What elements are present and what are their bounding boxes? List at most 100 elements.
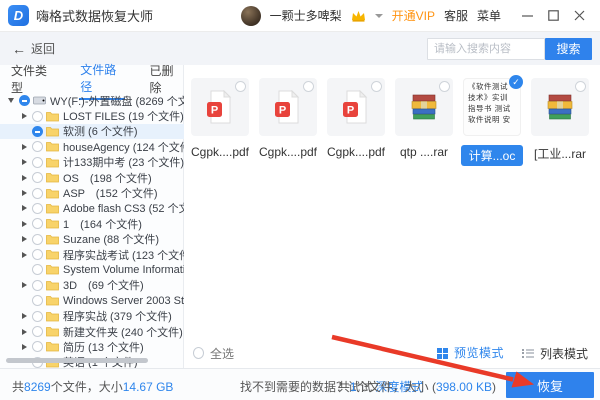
folder-icon	[46, 203, 60, 214]
expand-closed-icon[interactable]	[19, 175, 29, 181]
file-unchecked-checkbox[interactable]	[575, 81, 586, 92]
sidebar-tabs: 文件类型文件路径已删除	[0, 67, 183, 91]
file-tile-rar[interactable]	[395, 78, 453, 136]
unchecked-checkbox[interactable]	[32, 141, 43, 152]
unchecked-checkbox[interactable]	[32, 280, 43, 291]
file-name[interactable]: Cgpk....pdf	[185, 145, 255, 159]
tree-item[interactable]: 程序实战考试 (123 个文件)	[0, 247, 184, 262]
tree-item[interactable]: 新建文件夹 (240 个文件)	[0, 324, 184, 339]
unchecked-checkbox[interactable]	[32, 249, 43, 260]
file-tile-rar[interactable]	[531, 78, 589, 136]
tree-item[interactable]: 计133期中考 (23 个文件)	[0, 155, 184, 170]
file-name[interactable]: Cgpk....pdf	[321, 145, 391, 159]
app-title: 嗨格式数据恢复大师	[36, 6, 153, 25]
tree-item[interactable]: Windows Server 2003 Sta	[0, 293, 184, 308]
expand-closed-icon[interactable]	[19, 236, 29, 242]
expand-closed-icon[interactable]	[19, 205, 29, 211]
tree-item[interactable]: houseAgency (124 个文件)	[0, 139, 184, 154]
file-tile-pdf[interactable]: P	[191, 78, 249, 136]
expand-closed-icon[interactable]	[19, 252, 29, 258]
tree-item[interactable]: LOST FILES (19 个文件)	[0, 108, 184, 123]
folder-icon	[46, 264, 60, 275]
title-bar: D 嗨格式数据恢复大师 一颗士多啤梨 开通VIP 客服 菜单	[0, 0, 600, 32]
unchecked-checkbox[interactable]	[32, 341, 43, 352]
unchecked-checkbox[interactable]	[32, 172, 43, 183]
list-mode-button[interactable]: 列表模式	[522, 345, 588, 362]
select-all-checkbox[interactable]: 全选	[193, 345, 234, 362]
crown-icon	[351, 10, 366, 22]
tree-item-label: System Volume Informati	[63, 264, 184, 276]
file-name[interactable]: qtp ....rar	[389, 145, 459, 159]
tree-item[interactable]: ASP (152 个文件)	[0, 185, 184, 200]
unchecked-checkbox[interactable]	[32, 157, 43, 168]
horizontal-scrollbar[interactable]	[6, 358, 148, 363]
folder-icon	[46, 249, 60, 260]
customer-service-button[interactable]: 客服	[444, 7, 468, 24]
expand-closed-icon[interactable]	[19, 159, 29, 165]
folder-icon	[46, 326, 60, 337]
file-tile-doc[interactable]: 《软件测试技术》实训指导书 测试软件说明 安✓	[463, 78, 521, 136]
tree-item[interactable]: System Volume Informati	[0, 262, 184, 277]
unchecked-checkbox[interactable]	[32, 264, 43, 275]
back-button[interactable]: ← 返回	[12, 40, 55, 57]
partial-checked-checkbox[interactable]	[19, 95, 30, 106]
close-button[interactable]	[568, 5, 590, 27]
file-unchecked-checkbox[interactable]	[235, 81, 246, 92]
open-vip-button[interactable]: 开通VIP	[392, 7, 435, 24]
expand-closed-icon[interactable]	[19, 329, 29, 335]
unchecked-checkbox[interactable]	[32, 234, 43, 245]
tree-item-label: 1 (164 个文件)	[63, 216, 142, 231]
file-name[interactable]: Cgpk....pdf	[253, 145, 323, 159]
maximize-button[interactable]	[542, 5, 564, 27]
file-checked-checkbox[interactable]: ✓	[509, 75, 523, 89]
search-input[interactable]	[427, 38, 545, 60]
tree-item[interactable]: 3D (69 个文件)	[0, 278, 184, 293]
tree-item[interactable]: 程序实战 (379 个文件)	[0, 308, 184, 323]
tree-item-label: 软测 (6 个文件)	[63, 124, 138, 139]
unchecked-checkbox[interactable]	[32, 311, 43, 322]
selection-summary: 共1个文件，大小 (398.00 KB)	[338, 378, 496, 395]
file-tile-pdf[interactable]: P	[259, 78, 317, 136]
recover-button[interactable]: 恢复	[506, 372, 594, 398]
partial-checked-checkbox[interactable]	[32, 126, 43, 137]
unchecked-checkbox[interactable]	[32, 218, 43, 229]
file-unchecked-checkbox[interactable]	[371, 81, 382, 92]
expand-closed-icon[interactable]	[19, 313, 29, 319]
file-name[interactable]: [工业...rar	[525, 145, 595, 162]
expand-closed-icon[interactable]	[19, 344, 29, 350]
expand-closed-icon[interactable]	[19, 190, 29, 196]
preview-mode-button[interactable]: 预览模式	[437, 345, 504, 362]
user-avatar[interactable]	[241, 6, 261, 26]
expand-closed-icon[interactable]	[19, 144, 29, 150]
unchecked-checkbox[interactable]	[32, 295, 43, 306]
unchecked-checkbox[interactable]	[32, 188, 43, 199]
expand-open-icon[interactable]	[6, 98, 16, 103]
file-tile-pdf[interactable]: P	[327, 78, 385, 136]
folder-icon	[46, 157, 60, 168]
unchecked-checkbox[interactable]	[32, 203, 43, 214]
folder-icon	[46, 341, 60, 352]
tree-item[interactable]: 简历 (13 个文件)	[0, 339, 184, 354]
tree-item[interactable]: WY(F:)-外置磁盘 (8269 个文件)	[0, 93, 184, 108]
username[interactable]: 一颗士多啤梨	[270, 7, 342, 24]
unchecked-checkbox[interactable]	[32, 326, 43, 337]
file-unchecked-checkbox[interactable]	[439, 81, 450, 92]
tree-item[interactable]: 软测 (6 个文件)	[0, 124, 184, 139]
folder-icon	[46, 141, 60, 152]
expand-closed-icon[interactable]	[19, 282, 29, 288]
tree-item-label: 简历 (13 个文件)	[63, 339, 144, 354]
tree-item[interactable]: OS (198 个文件)	[0, 170, 184, 185]
tree-item[interactable]: 1 (164 个文件)	[0, 216, 184, 231]
minimize-button[interactable]	[516, 5, 538, 27]
menu-button[interactable]: 菜单	[477, 7, 501, 24]
expand-closed-icon[interactable]	[19, 113, 29, 119]
file-name[interactable]: 计算...oc	[461, 145, 523, 166]
chevron-down-icon[interactable]	[375, 14, 383, 18]
tree-item-label: 程序实战考试 (123 个文件)	[63, 247, 184, 262]
search-button[interactable]: 搜索	[545, 38, 592, 60]
file-unchecked-checkbox[interactable]	[303, 81, 314, 92]
tree-item[interactable]: Suzane (88 个文件)	[0, 232, 184, 247]
unchecked-checkbox[interactable]	[32, 111, 43, 122]
tree-item[interactable]: Adobe flash CS3 (52 个文件)	[0, 201, 184, 216]
expand-closed-icon[interactable]	[19, 221, 29, 227]
